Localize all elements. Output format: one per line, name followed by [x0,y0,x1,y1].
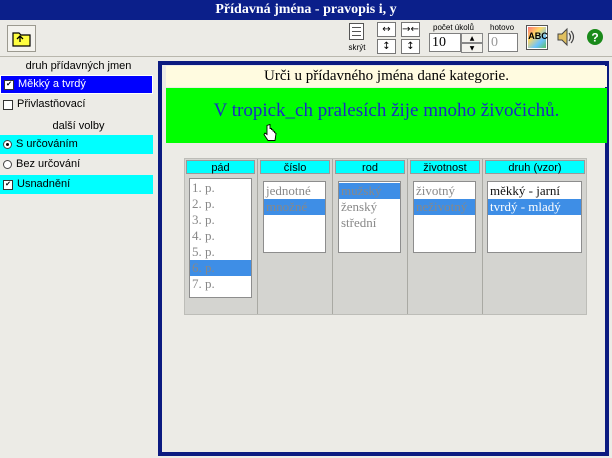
option-mekky-tvrdy-label: Měkký a tvrdý [18,78,86,90]
heighten-button[interactable]: ↕ [377,39,396,54]
toolbar [0,20,612,57]
widen-button[interactable]: ↔ [377,22,396,37]
document-icon [349,23,364,40]
help-icon: ? [587,29,603,45]
done-count-field: 0 [488,33,518,52]
checkbox-checked-icon: ✔ [3,179,13,190]
list-item[interactable]: 3. p. [190,212,251,228]
column-divider [257,159,258,314]
svg-text:?: ? [591,31,598,45]
list-item-selected[interactable]: neživotný [414,199,475,215]
checkbox-unchecked-icon [3,99,13,110]
option-privlastnovaci-label: Přivlastňovací [17,98,86,110]
list-item[interactable]: 7. p. [190,276,251,292]
list-item-selected[interactable]: tvrdý - mladý [488,199,581,215]
list-item-selected[interactable]: mužský [339,183,400,199]
option-usnadneni-label: Usnadnění [17,178,71,190]
narrow-button[interactable]: →← [401,22,420,37]
list-item-selected[interactable]: 6. p. [190,260,251,276]
list-item[interactable]: 4. p. [190,228,251,244]
instruction-text: Urči u přídavného jména dané kategorie. [166,66,607,87]
abc-label: ABC [528,31,548,41]
case-listbox[interactable]: 1. p. 2. p. 3. p. 4. p. 5. p. 6. p. 7. p… [189,178,252,298]
done-label: hotovo [490,23,515,32]
triangle-up-icon: ▲ [469,35,475,42]
list-item[interactable]: střední [339,215,400,231]
option-bez-urcovani-label: Bez určování [16,158,81,170]
checkbox-checked-icon: ✔ [4,79,14,90]
help-button[interactable]: ? [585,26,605,48]
list-item[interactable]: 1. p. [190,180,251,196]
sentence-area: V tropick_ch pralesích žije mnoho živoči… [166,88,607,143]
header-pad: pád [186,160,255,174]
column-divider [407,159,408,314]
sound-button[interactable] [556,26,576,48]
list-item[interactable]: měkký - jarní [488,183,581,199]
list-item[interactable]: 2. p. [190,196,251,212]
triangle-down-icon: ▼ [469,45,475,52]
header-zivotnost: životnost [410,160,480,174]
list-item[interactable]: životný [414,183,475,199]
option-usnadneni[interactable]: ✔ Usnadnění [0,175,153,194]
column-divider [332,159,333,314]
task-count-input[interactable]: 10 [429,33,461,52]
header-rod: rod [335,160,405,174]
pattern-listbox[interactable]: měkký - jarní tvrdý - mladý [487,181,582,253]
option-bez-urcovani[interactable]: Bez určování [0,155,153,174]
header-cislo: číslo [260,160,330,174]
radio-selected-icon [3,140,12,149]
speaker-icon [557,27,575,47]
spellcheck-button[interactable]: ABC [526,25,548,50]
list-item-selected[interactable]: množné [264,199,325,215]
number-listbox[interactable]: jednotné množné [263,181,326,253]
list-item[interactable]: jednotné [264,183,325,199]
radio-unselected-icon [3,160,12,169]
option-mekky-tvrdy[interactable]: ✔ Měkký a tvrdý [0,75,153,94]
folder-icon [12,32,31,47]
task-count-down-button[interactable]: ▼ [461,43,483,53]
adjective-type-heading: druh přídavných jmen [25,60,132,72]
arrows-vertical-icon: ↕ [382,41,391,52]
task-count-up-button[interactable]: ▲ [461,33,483,43]
arrows-inward-icon: →← [402,24,419,35]
header-druh: druh (vzor) [485,160,585,174]
arrows-horizontal-icon: ↔ [382,24,391,35]
list-item[interactable]: 5. p. [190,244,251,260]
option-s-urcovanim[interactable]: S určováním [0,135,153,154]
window-title: Přídavná jména - pravopis i, y [0,0,612,20]
option-privlastnovaci[interactable]: Přivlastňovací [0,95,153,114]
sentence-text: V tropick_ch pralesích žije mnoho živoči… [213,100,560,121]
gender-listbox[interactable]: mužský ženský střední [338,181,401,253]
column-divider [482,159,483,314]
option-s-urcovanim-label: S určováním [16,138,78,150]
hide-button[interactable]: skrýt [346,22,368,56]
task-count-label: počet úkolů [433,23,474,32]
more-options-heading: další volby [52,120,105,132]
hand-cursor-icon [263,123,277,142]
shorten-button[interactable]: ↕ [401,39,420,54]
list-item[interactable]: ženský [339,199,400,215]
animacy-listbox[interactable]: životný neživotný [413,181,476,253]
hide-label: skrýt [348,43,366,52]
arrows-vertical-inward-icon: ↕ [406,41,415,52]
open-folder-button[interactable] [7,25,36,52]
